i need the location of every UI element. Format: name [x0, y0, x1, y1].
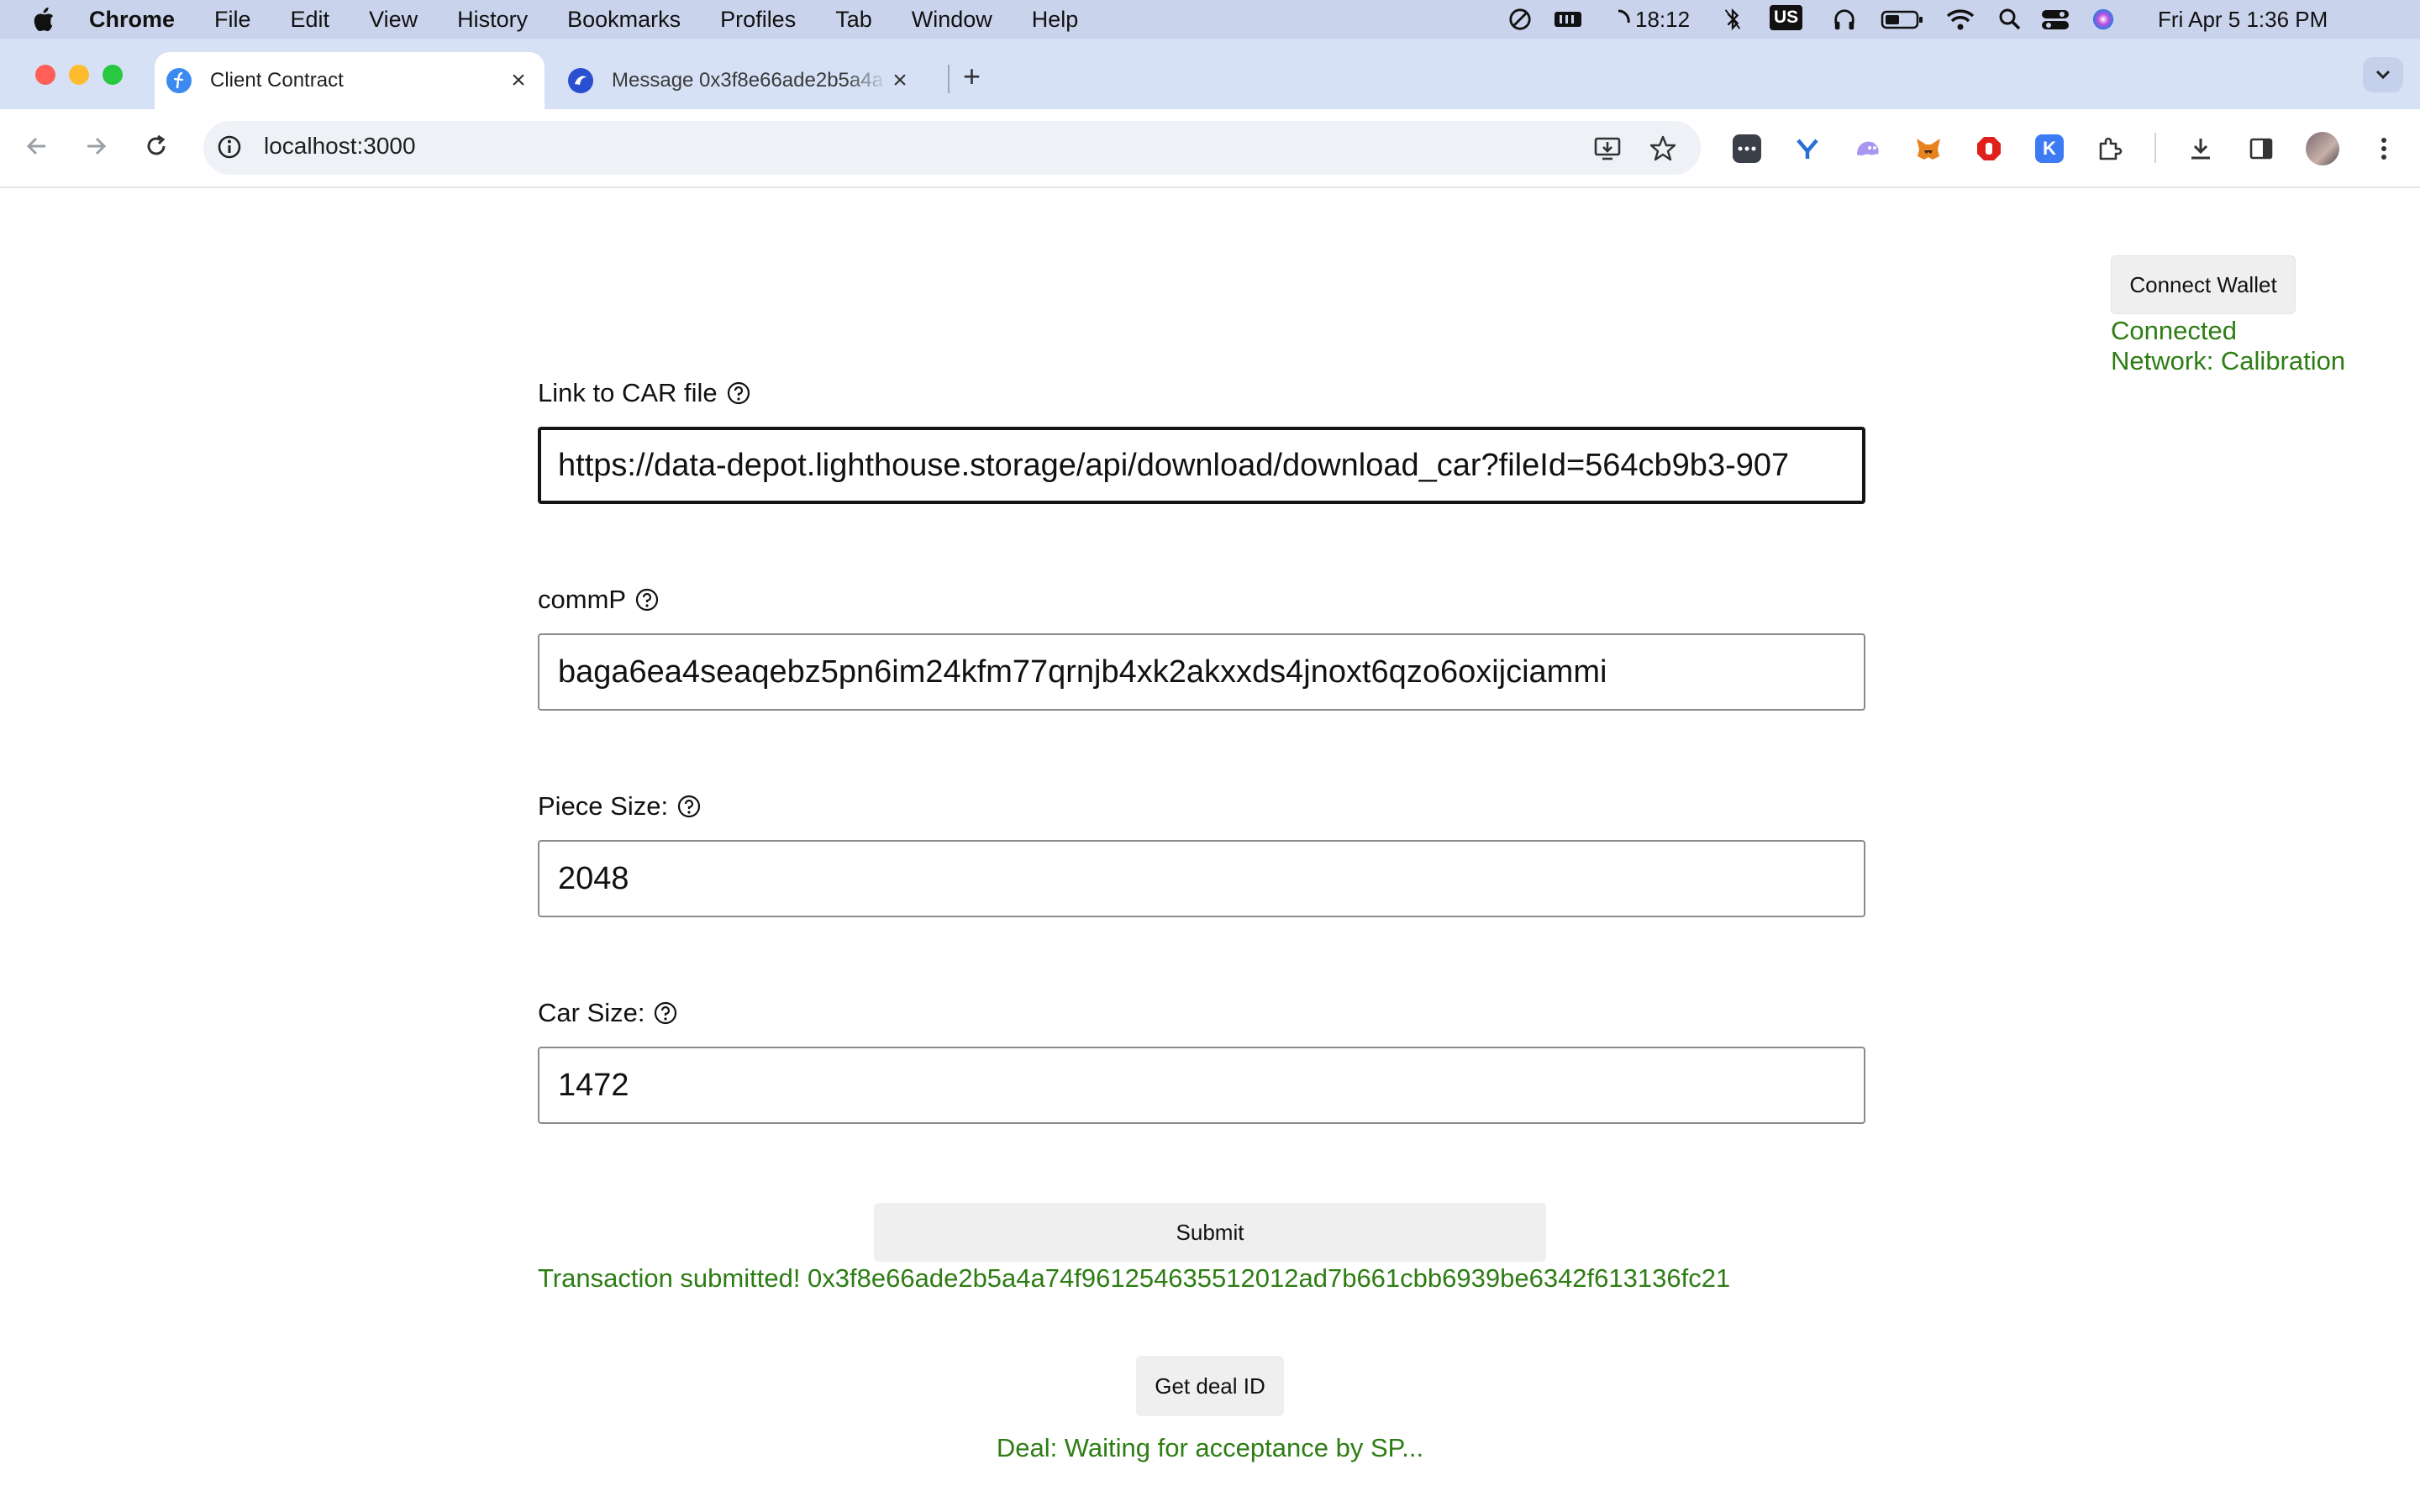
metamask-fox-icon[interactable]	[1914, 134, 1943, 163]
menu-help[interactable]: Help	[1032, 7, 1079, 33]
help-question-icon[interactable]	[634, 587, 660, 612]
menu-bar-status-area: 18:12 US Fri Apr 5 1:36 PM	[1496, 0, 2420, 39]
back-arrow-icon[interactable]	[18, 128, 55, 165]
extension-y-icon[interactable]	[1793, 134, 1822, 163]
extension-keyboard-icon[interactable]	[1733, 134, 1761, 163]
downloads-icon[interactable]	[2186, 134, 2215, 163]
battery-icon[interactable]	[1881, 8, 1924, 31]
piece-size-label-text: Piece Size:	[538, 791, 669, 821]
extension-stop-icon[interactable]	[1975, 134, 2003, 163]
piece-size-input[interactable]	[538, 840, 1865, 917]
timer-icon[interactable]	[1615, 8, 1632, 31]
extensions-puzzle-icon[interactable]	[2096, 134, 2124, 163]
connection-status: Connected	[2111, 316, 2237, 345]
menu-profiles[interactable]: Profiles	[720, 7, 796, 33]
car-size-label: Car Size:	[538, 998, 678, 1028]
commp-label-text: commP	[538, 585, 627, 614]
help-question-icon[interactable]	[726, 381, 751, 406]
url-text[interactable]: localhost:3000	[264, 133, 416, 160]
control-center-icon[interactable]	[2040, 8, 2070, 31]
memory-chip-icon[interactable]	[1553, 8, 1583, 31]
forward-arrow-icon[interactable]	[77, 128, 114, 165]
side-panel-icon[interactable]	[2247, 134, 2275, 163]
extension-k-icon[interactable]: K	[2035, 134, 2064, 163]
help-question-icon[interactable]	[676, 794, 702, 819]
tab-title: Message 0x3f8e66ade2b5a4a	[612, 69, 883, 92]
menu-app-name[interactable]: Chrome	[89, 7, 175, 33]
submit-button[interactable]: Submit	[874, 1203, 1546, 1262]
menu-file[interactable]: File	[214, 7, 251, 33]
menu-window[interactable]: Window	[912, 7, 992, 33]
macos-menu-bar: Chrome File Edit View History Bookmarks …	[0, 0, 2420, 39]
filecoin-icon	[166, 68, 192, 93]
menu-bookmarks[interactable]: Bookmarks	[567, 7, 681, 33]
siri-icon[interactable]	[2091, 8, 2116, 31]
input-source-badge[interactable]: US	[1770, 5, 1803, 30]
transaction-message: Transaction submitted! 0x3f8e66ade2b5a4a…	[538, 1263, 1731, 1293]
new-tab-plus-icon[interactable]: +	[963, 59, 981, 94]
car-link-input[interactable]	[538, 427, 1865, 504]
headphones-icon[interactable]	[1832, 8, 1857, 31]
connect-wallet-button[interactable]: Connect Wallet	[2111, 255, 2296, 314]
window-close-button[interactable]	[35, 65, 55, 85]
menu-tab[interactable]: Tab	[835, 7, 872, 33]
car-size-input[interactable]	[538, 1047, 1865, 1124]
tab-close-icon[interactable]: ×	[506, 68, 531, 93]
profile-avatar[interactable]	[2306, 132, 2339, 165]
chrome-menu-kebab-icon[interactable]	[2370, 134, 2398, 163]
window-minimize-button[interactable]	[69, 65, 89, 85]
network-status: Network: Calibration	[2111, 346, 2346, 375]
focus-mode-icon[interactable]	[1507, 8, 1533, 31]
apple-logo-icon[interactable]	[32, 7, 55, 32]
tab-client-contract[interactable]: Client Contract ×	[155, 52, 544, 109]
tab-separator	[948, 65, 950, 93]
window-zoom-button[interactable]	[103, 65, 123, 85]
install-app-icon[interactable]	[1593, 134, 1622, 163]
filfox-icon	[568, 68, 593, 93]
wifi-icon[interactable]	[1946, 8, 1975, 31]
toolbar-separator	[2154, 133, 2156, 163]
deal-status: Deal: Waiting for acceptance by SP...	[996, 1433, 1424, 1462]
browser-toolbar: localhost:3000 K	[0, 109, 2420, 188]
tab-message[interactable]: Message 0x3f8e66ade2b5a4a ×	[556, 52, 926, 109]
timer-text[interactable]: 18:12	[1635, 7, 1690, 33]
tab-search-chevron-icon[interactable]	[2363, 57, 2403, 92]
tab-close-icon[interactable]: ×	[887, 68, 913, 93]
bluetooth-icon[interactable]	[1723, 8, 1743, 31]
commp-label: commP	[538, 585, 660, 615]
commp-input[interactable]	[538, 633, 1865, 711]
menu-edit[interactable]: Edit	[291, 7, 330, 33]
site-info-icon[interactable]	[217, 134, 242, 160]
reload-icon[interactable]	[138, 128, 175, 165]
address-bar[interactable]: localhost:3000	[203, 121, 1701, 175]
menu-view[interactable]: View	[369, 7, 418, 33]
bookmark-star-icon[interactable]	[1649, 134, 1677, 163]
piece-size-label: Piece Size:	[538, 791, 702, 822]
car-size-label-text: Car Size:	[538, 998, 645, 1027]
menu-history[interactable]: History	[457, 7, 528, 33]
tab-title: Client Contract	[210, 69, 344, 92]
get-deal-id-button[interactable]: Get deal ID	[1136, 1356, 1284, 1416]
extension-ghost-icon[interactable]	[1854, 134, 1882, 163]
clock-datetime[interactable]: Fri Apr 5 1:36 PM	[2158, 7, 2328, 33]
help-question-icon[interactable]	[653, 1000, 678, 1026]
car-link-label-text: Link to CAR file	[538, 378, 718, 407]
spotlight-search-icon[interactable]	[1998, 8, 2022, 31]
car-link-label: Link to CAR file	[538, 378, 751, 408]
